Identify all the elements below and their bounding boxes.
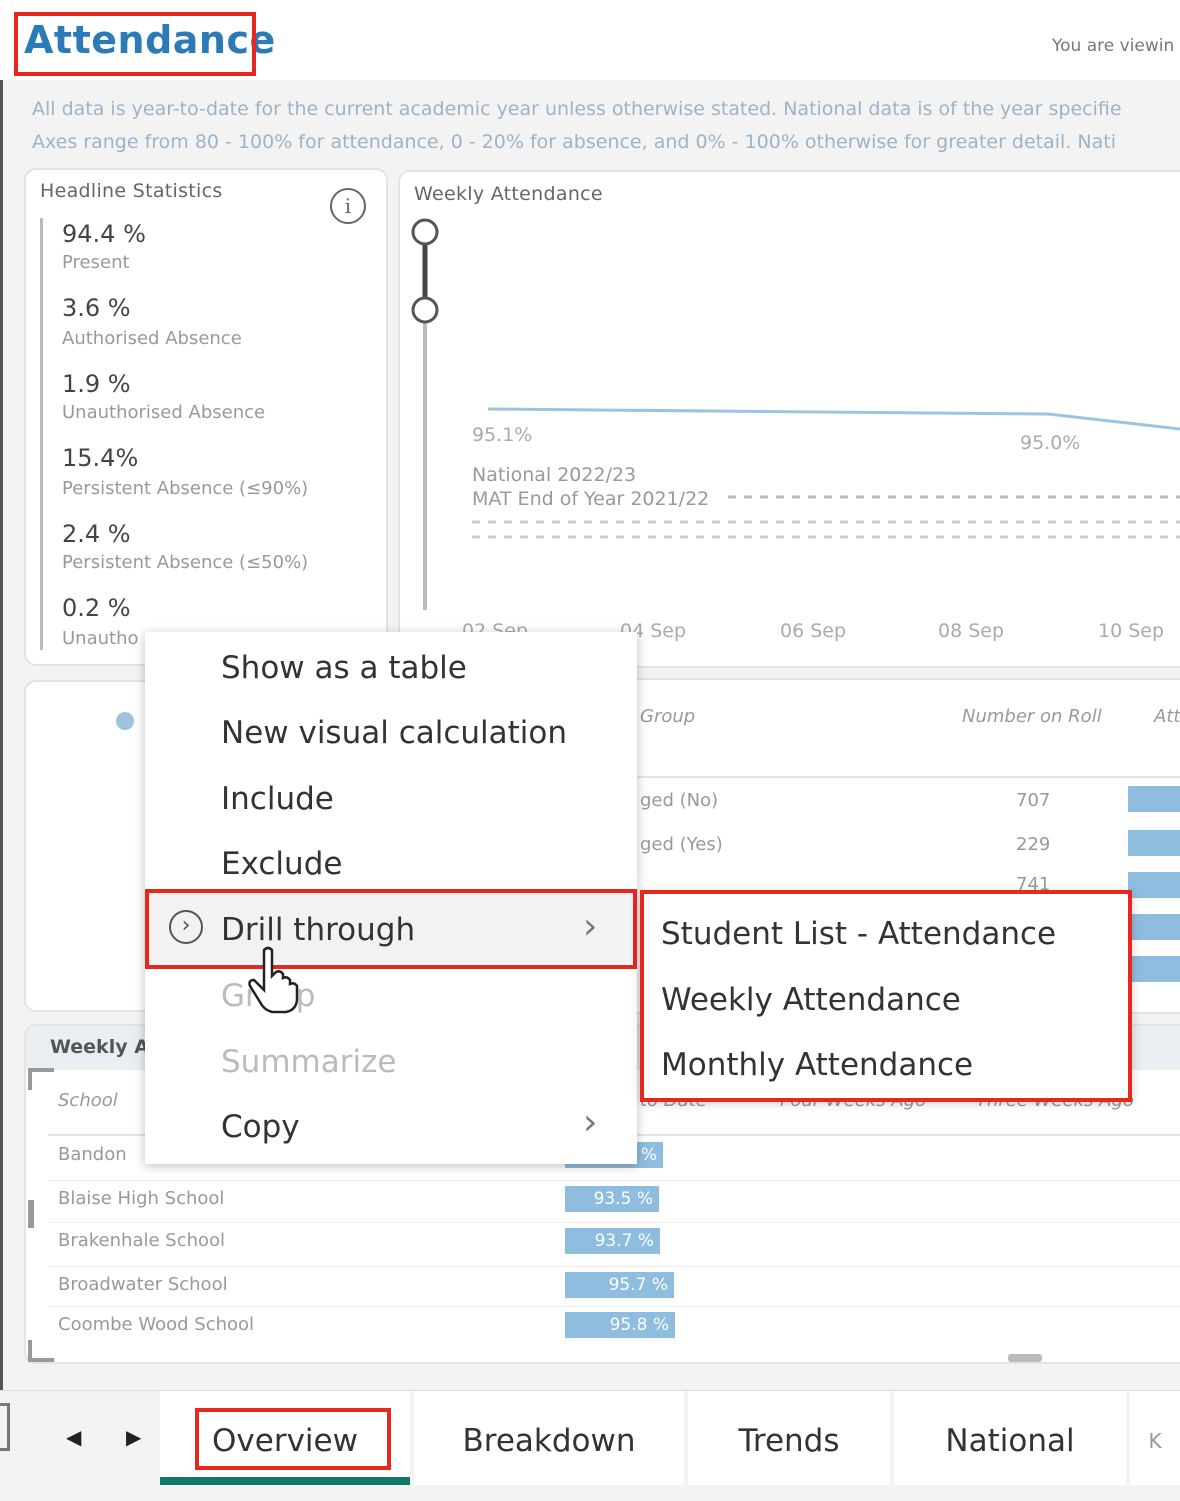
attendance-line bbox=[487, 407, 1180, 431]
headline-title: Headline Statistics bbox=[40, 180, 223, 202]
stats-divider bbox=[40, 218, 43, 650]
x-tick: 08 Sep bbox=[938, 620, 1005, 642]
menu-item-include[interactable]: Include bbox=[221, 781, 334, 817]
col-header-school[interactable]: School bbox=[58, 1090, 118, 1111]
info-line-1: All data is year-to-date for the current… bbox=[32, 98, 1122, 120]
tab-national[interactable]: National bbox=[894, 1391, 1126, 1485]
collapse-pane-icon[interactable] bbox=[0, 1403, 10, 1451]
table-header-divider bbox=[620, 776, 1180, 778]
att-bar bbox=[1128, 956, 1180, 982]
info-icon[interactable]: i bbox=[330, 188, 366, 224]
row-divider bbox=[48, 1180, 1180, 1181]
weekly-table-title: Weekly A bbox=[50, 1036, 149, 1058]
page-tabs-bar: ◀ ▶ Overview Breakdown Trends National K bbox=[0, 1390, 1180, 1501]
stat-value: 94.4 % bbox=[62, 220, 146, 248]
stat-value: 3.6 % bbox=[62, 294, 131, 322]
left-edge bbox=[0, 80, 3, 1390]
table-cell: 707 bbox=[1016, 790, 1051, 811]
row-divider bbox=[48, 1222, 1180, 1223]
stat-label: Authorised Absence bbox=[62, 328, 242, 349]
weekly-attendance-title: Weekly Attendance bbox=[414, 183, 603, 205]
menu-item-exclude[interactable]: Exclude bbox=[221, 846, 342, 882]
col-header-roll[interactable]: Number on Roll bbox=[962, 706, 1102, 727]
stat-label: Unauthorised Absence bbox=[62, 402, 266, 423]
data-label: 95.0% bbox=[1020, 432, 1081, 454]
table-cell: 229 bbox=[1016, 834, 1051, 855]
stat-label: Persistent Absence (≤50%) bbox=[62, 552, 309, 573]
att-bar bbox=[1128, 914, 1180, 940]
tab-breakdown[interactable]: Breakdown bbox=[414, 1391, 684, 1485]
info-line-2: Axes range from 80 - 100% for attendance… bbox=[32, 131, 1116, 153]
menu-item-summarize: Summarize bbox=[221, 1044, 397, 1080]
att-bar bbox=[1128, 830, 1180, 856]
legend-dot-icon bbox=[116, 712, 134, 730]
stat-value: 2.4 % bbox=[62, 520, 131, 548]
row-divider bbox=[48, 1306, 1180, 1307]
attendance-bar: 95.8 % bbox=[565, 1312, 675, 1338]
tab-scroll-right-icon[interactable]: ▶ bbox=[126, 1425, 141, 1449]
submenu-highlight-box bbox=[640, 890, 1132, 1102]
col-header-group[interactable]: Group bbox=[640, 706, 695, 727]
viewing-text: You are viewin bbox=[1052, 36, 1175, 56]
stat-value: 0.2 % bbox=[62, 594, 131, 622]
corner-handle-bottom[interactable] bbox=[28, 1340, 54, 1362]
tab-more[interactable]: K bbox=[1130, 1391, 1180, 1485]
mat-label: MAT End of Year 2021/22 bbox=[472, 488, 710, 510]
overview-tab-highlight-box bbox=[195, 1408, 391, 1470]
side-handle[interactable] bbox=[28, 1200, 34, 1228]
tab-trends[interactable]: Trends bbox=[688, 1391, 890, 1485]
school-name: Brakenhale School bbox=[58, 1230, 226, 1251]
attendance-bar: 93.7 % bbox=[565, 1228, 660, 1254]
attendance-bar: 95.7 % bbox=[565, 1272, 674, 1298]
stat-value: 1.9 % bbox=[62, 370, 131, 398]
menu-item-show-table[interactable]: Show as a table bbox=[221, 650, 467, 686]
x-tick: 10 Sep bbox=[1098, 620, 1165, 642]
slider-handle-bottom[interactable] bbox=[411, 296, 439, 324]
school-name: Coombe Wood School bbox=[58, 1314, 255, 1335]
table-cell: ged (No) bbox=[640, 790, 719, 811]
stat-label: Unautho bbox=[62, 628, 139, 649]
drill-through-highlight-box bbox=[145, 889, 637, 969]
hand-cursor-icon bbox=[248, 946, 299, 1014]
slider-handle-top[interactable] bbox=[411, 218, 439, 246]
chevron-right-icon: › bbox=[583, 1102, 598, 1143]
scrollbar[interactable] bbox=[1008, 1354, 1042, 1362]
table-cell: ged (Yes) bbox=[640, 834, 723, 855]
school-name: Blaise High School bbox=[58, 1188, 225, 1209]
attendance-bar: 93.5 % bbox=[565, 1186, 659, 1212]
x-tick: 06 Sep bbox=[780, 620, 847, 642]
col-header-att[interactable]: Att bbox=[1154, 706, 1180, 727]
title-highlight-box bbox=[14, 12, 256, 76]
data-label: 95.1% bbox=[472, 424, 533, 446]
menu-item-copy[interactable]: Copy bbox=[221, 1109, 300, 1145]
row-divider bbox=[48, 1266, 1180, 1267]
att-bar bbox=[1128, 872, 1180, 898]
corner-handle-top[interactable] bbox=[28, 1068, 54, 1090]
stat-label: Present bbox=[62, 252, 130, 273]
menu-item-new-visual-calculation[interactable]: New visual calculation bbox=[221, 715, 567, 751]
school-name: Broadwater School bbox=[58, 1274, 228, 1295]
stat-label: Persistent Absence (≤90%) bbox=[62, 478, 309, 499]
national-label: National 2022/23 bbox=[472, 464, 637, 486]
school-name: Bandon bbox=[58, 1144, 127, 1165]
tab-active-indicator bbox=[160, 1477, 410, 1485]
stat-value: 15.4% bbox=[62, 444, 139, 472]
att-bar bbox=[1128, 786, 1180, 812]
tab-scroll-left-icon[interactable]: ◀ bbox=[66, 1425, 81, 1449]
